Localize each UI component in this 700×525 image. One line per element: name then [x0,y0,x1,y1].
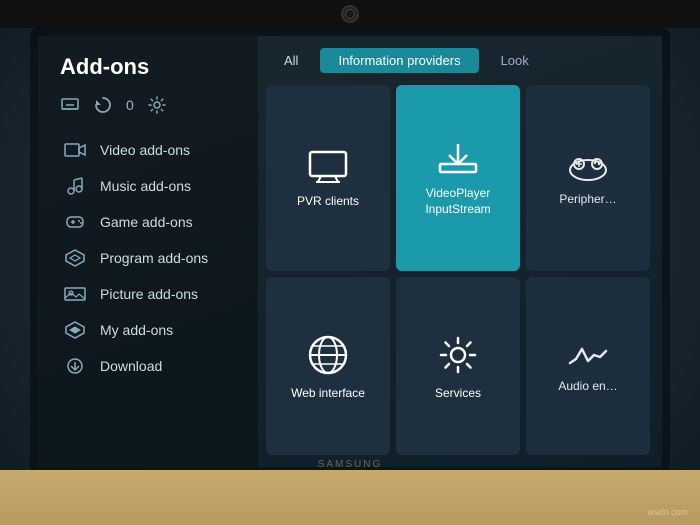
screen: Add-ons 0 [38,36,662,467]
addon-tile-audio[interactable]: Audio en… [526,277,650,455]
addon-grid: PVR clients VideoPlayerInputStream [266,85,650,455]
update-count: 0 [126,97,134,113]
music-icon [62,176,88,196]
sidebar-item-music-label: Music add-ons [100,178,191,194]
audio-icon [566,341,610,369]
sidebar-item-game-label: Game add-ons [100,214,193,230]
addon-tile-services-label: Services [435,386,481,402]
sidebar: Add-ons 0 [38,36,258,467]
globe-icon [307,334,349,376]
sidebar-item-program-label: Program add-ons [100,250,208,266]
sidebar-item-my-addons-label: My add-ons [100,322,173,338]
sidebar-item-video-label: Video add-ons [100,142,190,158]
sidebar-title: Add-ons [56,54,258,80]
desk-surface [0,470,700,525]
webcam-bar [0,0,700,28]
video-icon [62,140,88,160]
download-icon [62,356,88,376]
sidebar-item-game[interactable]: Game add-ons [56,204,258,240]
sidebar-item-picture[interactable]: Picture add-ons [56,276,258,312]
gamepad-icon [566,152,610,182]
picture-icon [62,284,88,304]
sidebar-item-video[interactable]: Video add-ons [56,132,258,168]
webcam-lens [341,5,359,23]
addon-tile-audio-label: Audio en… [558,379,617,395]
main-content: All Information providers Look [258,36,662,467]
addon-tile-peripheral-label: Peripher… [559,192,616,208]
sidebar-icons-row: 0 [56,96,258,114]
refresh-icon-button[interactable] [94,96,112,114]
gear-large-icon [437,334,479,376]
addon-tile-pvr[interactable]: PVR clients [266,85,390,271]
addon-tile-services[interactable]: Services [396,277,520,455]
install-icon-button[interactable] [60,97,80,113]
watermark: wsdn.com [647,507,688,517]
sidebar-item-download-label: Download [100,358,162,374]
filter-tabs: All Information providers Look [266,48,650,73]
addon-tile-peripheral[interactable]: Peripher… [526,85,650,271]
samsung-label: SAMSUNG [318,459,383,470]
addon-tile-web-label: Web interface [291,386,365,402]
myaddon-icon [62,320,88,340]
addon-tile-videoplayer-label: VideoPlayerInputStream [425,186,490,217]
tab-info-providers[interactable]: Information providers [320,48,478,73]
sidebar-item-program[interactable]: Program add-ons [56,240,258,276]
tab-look[interactable]: Look [483,48,547,73]
program-icon [62,248,88,268]
sidebar-item-download[interactable]: Download [56,348,258,384]
tab-all[interactable]: All [266,48,316,73]
addon-tile-web[interactable]: Web interface [266,277,390,455]
sidebar-item-music[interactable]: Music add-ons [56,168,258,204]
addon-tile-videoplayer[interactable]: VideoPlayerInputStream [396,85,520,271]
addon-tile-pvr-label: PVR clients [297,194,359,210]
sidebar-item-my-addons[interactable]: My add-ons [56,312,258,348]
monitor-bezel: Add-ons 0 [30,28,670,475]
tv-icon [306,150,350,184]
sidebar-item-picture-label: Picture add-ons [100,286,198,302]
game-icon [62,212,88,232]
download-tray-icon [436,142,480,176]
settings-icon-button[interactable] [148,96,166,114]
